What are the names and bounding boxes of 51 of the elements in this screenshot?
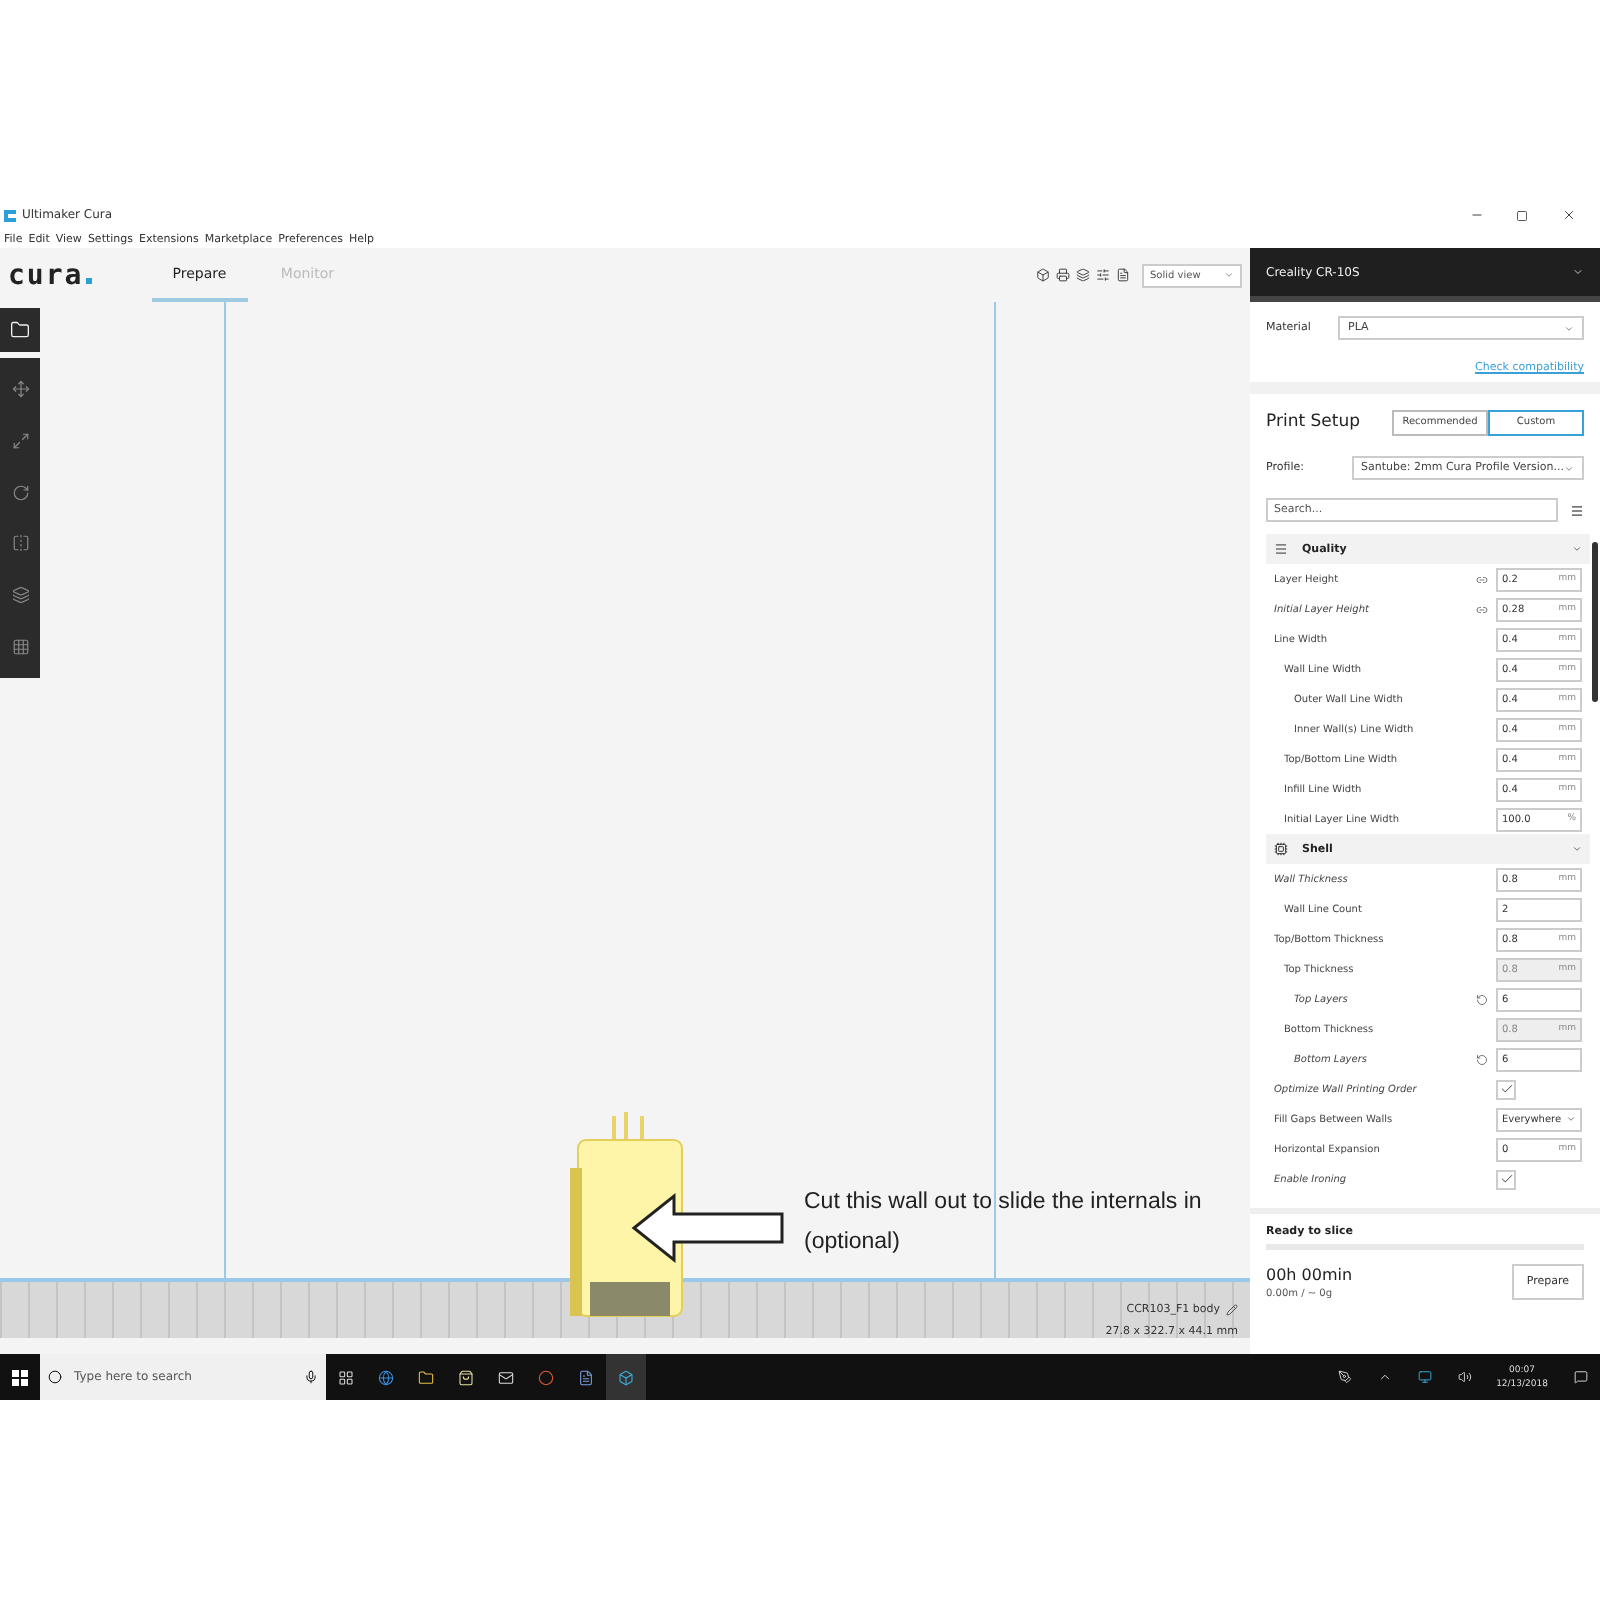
chevron-icon <box>1224 270 1234 280</box>
tool-icon[interactable] <box>11 585 29 604</box>
open-file-button[interactable] <box>0 308 40 352</box>
cura-logo: cura <box>8 259 92 291</box>
chevron-icon[interactable] <box>1377 1370 1392 1384</box>
annotation-text: Cut this wall out to slide the internals in (optional) <box>804 1188 1204 1258</box>
store-icon[interactable] <box>458 1369 474 1385</box>
folder-icon[interactable] <box>418 1369 434 1385</box>
task-view-icon[interactable] <box>338 1369 354 1385</box>
menu-icon[interactable] <box>1570 503 1584 517</box>
link-icon <box>1476 603 1488 615</box>
pen-icon[interactable] <box>1337 1370 1352 1384</box>
link-icon <box>1476 573 1488 585</box>
print-setup-title: Print Setup <box>1266 412 1362 432</box>
chevron-icon <box>1566 1114 1576 1124</box>
minimize-icon[interactable] <box>1469 208 1483 222</box>
folder-icon <box>10 320 30 340</box>
cura-app-icon[interactable] <box>618 1369 634 1385</box>
tool-icon[interactable] <box>11 637 29 656</box>
mail-icon[interactable] <box>498 1369 514 1385</box>
cortana-icon <box>48 1370 62 1384</box>
check-icon <box>1499 1172 1513 1186</box>
maximize-icon[interactable] <box>1516 209 1528 221</box>
setting-checkbox[interactable] <box>1496 1079 1516 1099</box>
chevron-icon <box>1572 544 1582 554</box>
camera-view-icon[interactable] <box>1076 268 1090 282</box>
camera-view-icon[interactable] <box>1036 268 1050 282</box>
tool-icon[interactable] <box>11 431 29 450</box>
windows-logo-icon <box>12 1369 28 1385</box>
category-icon <box>1274 542 1288 556</box>
notification-icon[interactable] <box>1573 1370 1587 1384</box>
close-icon[interactable] <box>1561 208 1575 222</box>
pencil-icon <box>1226 1304 1238 1316</box>
tool-icon[interactable] <box>11 380 29 399</box>
camera-view-icon[interactable] <box>1056 268 1070 282</box>
chevron-icon <box>1572 266 1584 278</box>
setting-checkbox[interactable] <box>1496 1169 1516 1189</box>
chevron-icon <box>1564 463 1574 473</box>
volume-icon[interactable] <box>1457 1370 1472 1384</box>
camera-view-icon[interactable] <box>1116 268 1130 282</box>
chevron-icon <box>1572 844 1582 854</box>
tool-icon[interactable] <box>11 534 29 553</box>
check-icon <box>1499 1082 1513 1096</box>
chevron-icon <box>1564 323 1574 333</box>
mic-icon <box>304 1370 318 1384</box>
scrollbar-thumb[interactable] <box>1592 542 1598 702</box>
document-icon[interactable] <box>578 1369 594 1385</box>
category-icon <box>1274 842 1288 856</box>
print-time: 00h 00min <box>1266 1265 1355 1283</box>
camera-view-icon[interactable] <box>1096 268 1110 282</box>
tool-icon[interactable] <box>11 483 29 502</box>
